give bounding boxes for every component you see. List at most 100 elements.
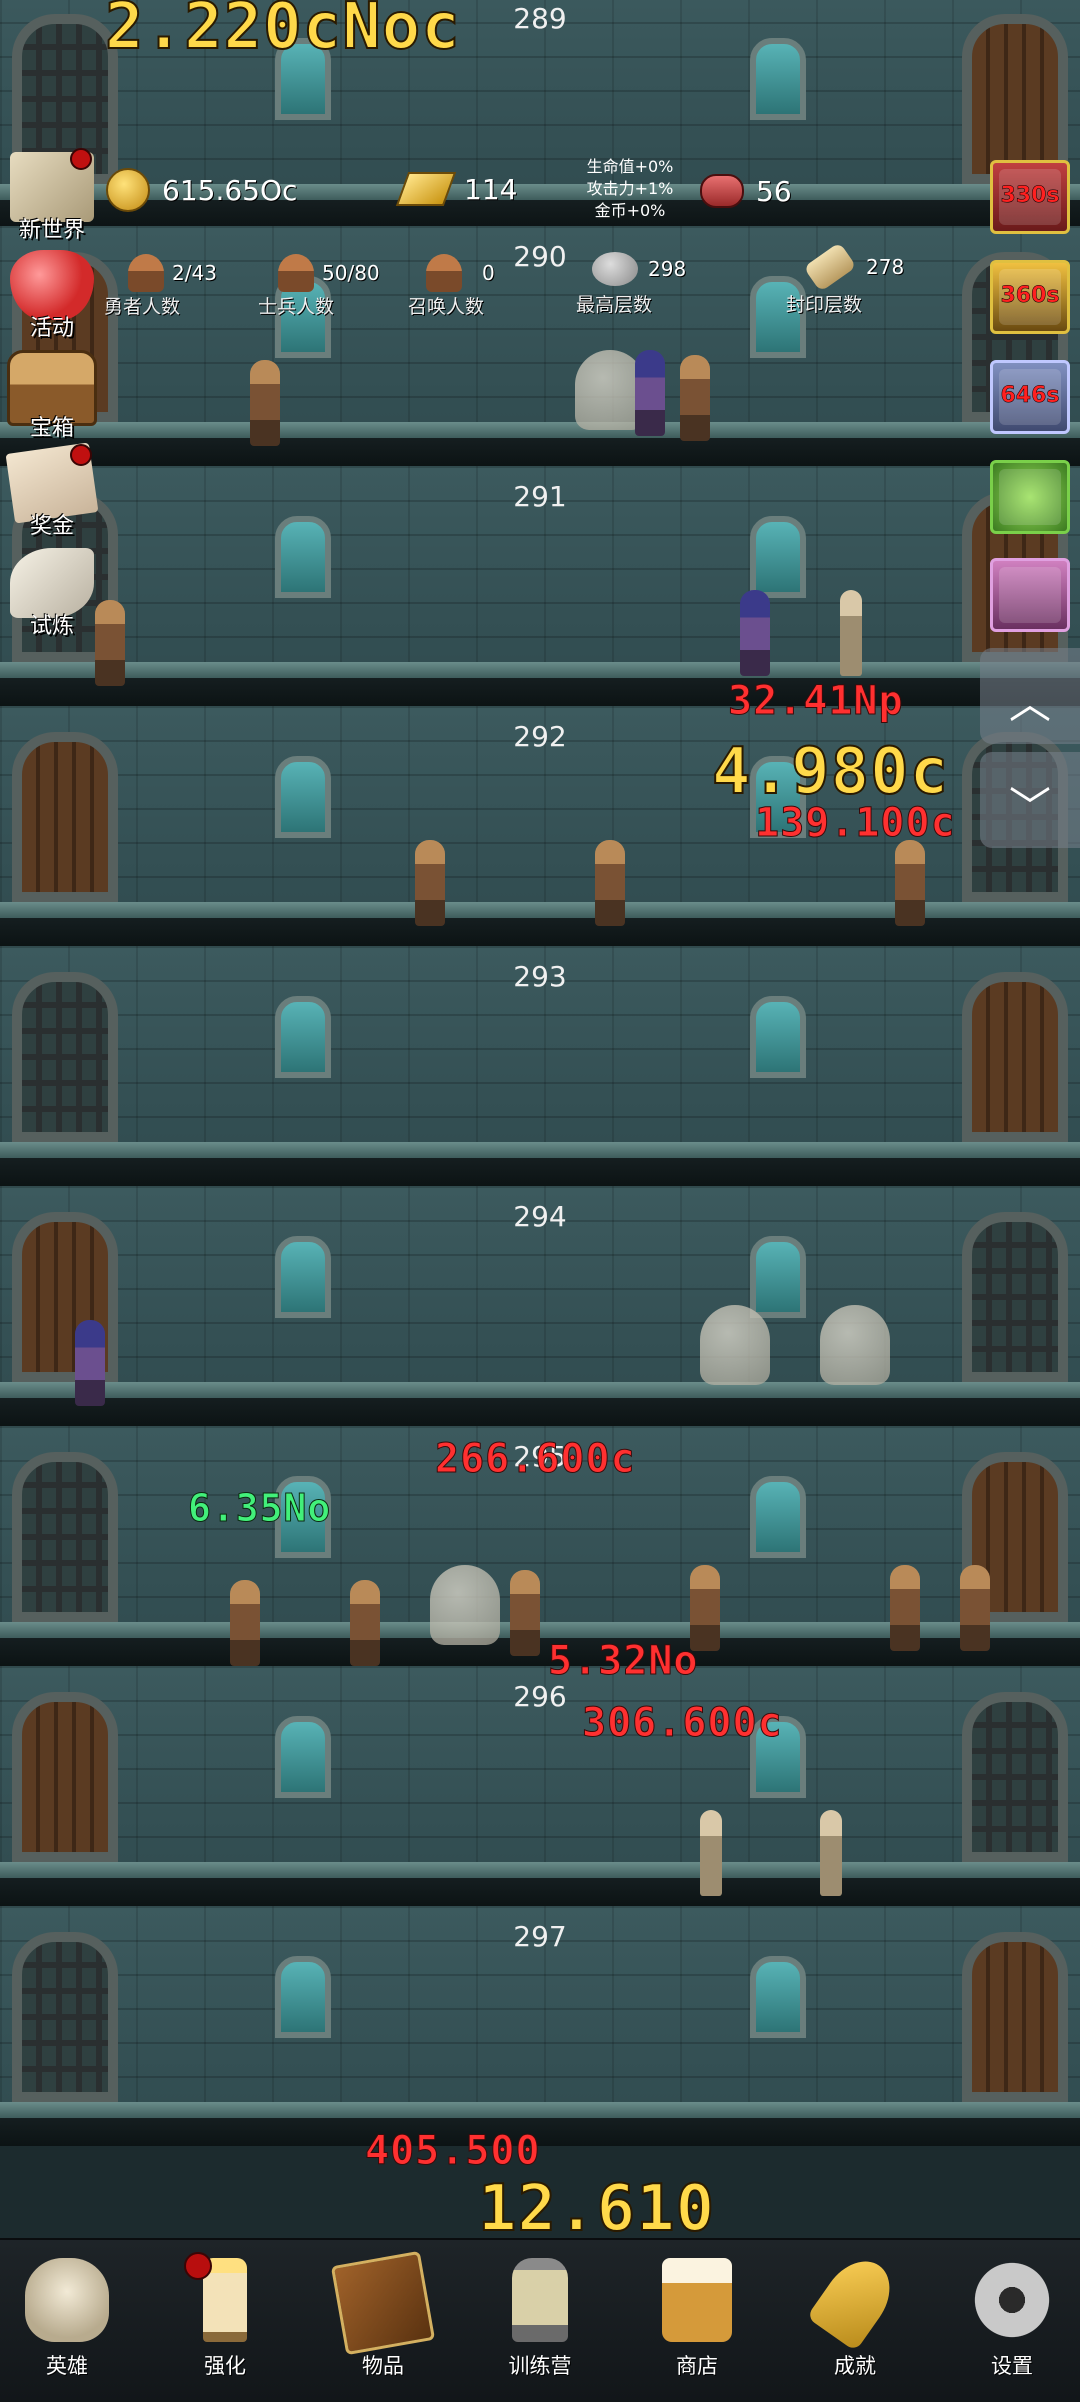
nav-tab-skull[interactable]: 英雄	[12, 2250, 122, 2400]
notification-dot	[70, 148, 92, 170]
damage-number: 12.610	[477, 2171, 716, 2247]
bonus-panel: 生命值+0% 攻击力+1% 金币+0%	[574, 156, 686, 222]
meat-amount: 56	[756, 174, 792, 208]
damage-number: 139.100c	[755, 800, 956, 847]
tower-floor: 296	[0, 1666, 1080, 1906]
floor-ledge	[0, 1862, 1080, 1878]
floor-number: 292	[513, 720, 567, 753]
floor-base	[0, 1878, 1080, 1906]
floor-number: 289	[513, 2, 567, 35]
floor-ledge	[0, 1142, 1080, 1158]
hero-head-icon	[128, 254, 164, 292]
menu-button-chest[interactable]: 宝箱	[6, 350, 98, 441]
floor-ledge	[0, 422, 1080, 438]
potion-buff-card[interactable]: 330s	[990, 160, 1070, 234]
scroll-down-button[interactable]: ﹀	[980, 752, 1080, 848]
menu-button-letter[interactable]: 奖金	[5, 442, 99, 539]
arched-window	[750, 1476, 806, 1558]
nav-tab-label: 英雄	[46, 2354, 88, 2378]
menu-button-heart[interactable]: 活动	[6, 250, 98, 341]
arched-window	[750, 516, 806, 598]
floor-base	[0, 1398, 1080, 1426]
buff-timer: 330s	[1000, 183, 1060, 209]
floor-base	[0, 1158, 1080, 1186]
nav-tab-label: 商店	[676, 2354, 718, 2378]
bottom-navigation: 英雄 强化 物品 训练营 商店 成就 设置	[0, 2238, 1080, 2402]
menu-button-feather[interactable]: 试炼	[6, 548, 98, 639]
arched-window	[750, 1956, 806, 2038]
arched-window	[750, 38, 806, 120]
soldiers-label: 士兵人数	[258, 296, 335, 318]
hero-sprite[interactable]	[250, 360, 280, 446]
nav-tab-label: 强化	[204, 2354, 246, 2378]
damage-number: 5.32No	[548, 1638, 699, 1685]
floor-ledge	[0, 2102, 1080, 2118]
nav-tab-key[interactable]: 成就	[800, 2248, 910, 2400]
floor-number: 296	[513, 1680, 567, 1713]
hero-sprite	[680, 355, 710, 441]
sealed-floor-value: 278	[866, 255, 905, 279]
hero-sprite	[95, 600, 125, 686]
nav-tab-mug[interactable]: 商店	[642, 2250, 752, 2400]
iron-gate	[962, 1692, 1068, 1862]
gold-bar-icon	[395, 172, 457, 206]
monster-buff-card[interactable]	[990, 558, 1070, 632]
arched-window	[275, 756, 331, 838]
tower-floor: 294	[0, 1186, 1080, 1426]
wooden-door	[962, 14, 1068, 184]
buff-timer: 360s	[1000, 283, 1060, 309]
summons-count: 0	[482, 261, 495, 285]
max-floor-value: 298	[648, 257, 687, 281]
lantern-icon	[512, 2258, 568, 2342]
skeleton-mage-enemy-sprite	[700, 1810, 722, 1896]
floor-ledge	[0, 662, 1080, 678]
scroll-up-button[interactable]: ︿	[980, 648, 1080, 744]
arched-window	[750, 1236, 806, 1318]
ghost-enemy-sprite	[700, 1305, 770, 1385]
arched-window	[275, 1956, 331, 2038]
menu-button-map[interactable]: 新世界	[6, 148, 98, 243]
ghost-enemy-sprite	[430, 1565, 500, 1645]
floor-base	[0, 678, 1080, 706]
damage-number: 2.220cNoc	[104, 0, 461, 65]
nav-tab-book[interactable]: 物品	[328, 2250, 438, 2400]
nav-tab-lantern[interactable]: 训练营	[485, 2250, 595, 2400]
gear-icon	[970, 2258, 1054, 2342]
skeleton-enemy-sprite	[820, 1810, 842, 1896]
notification-dot	[184, 2252, 212, 2280]
floor-number: 290	[513, 240, 567, 273]
sealed-floor-label: 封印层数	[786, 294, 863, 316]
hero-sprite	[895, 840, 925, 926]
ghost-enemy-sprite	[820, 1305, 890, 1385]
trophy-buff-card[interactable]: 360s	[990, 260, 1070, 334]
arched-window	[275, 996, 331, 1078]
nav-tab-gear[interactable]: 设置	[957, 2250, 1067, 2400]
nav-tab-candle[interactable]: 强化	[170, 2250, 280, 2400]
nav-tab-label: 成就	[834, 2354, 876, 2378]
menu-button-label: 宝箱	[29, 416, 74, 441]
hero-sprite	[510, 1570, 540, 1656]
iron-gate	[12, 972, 118, 1142]
damage-number: 4.980c	[711, 734, 950, 810]
soldiers-count: 50/80	[322, 261, 380, 285]
damage-number: 6.35No	[187, 1486, 332, 1531]
nav-tab-label: 设置	[991, 2354, 1033, 2378]
knight-buff-card[interactable]: 646s	[990, 360, 1070, 434]
sealed-floor-stat: 278	[803, 242, 905, 292]
heroes-stat: 2/43	[128, 254, 217, 292]
mage-sprite	[740, 590, 770, 676]
slime-buff-card[interactable]	[990, 460, 1070, 534]
damage-number: 306.600c	[582, 1700, 783, 1747]
slime-icon	[999, 469, 1061, 525]
chevron-down-icon: ﹀	[1008, 783, 1051, 832]
tower-floor: 297	[0, 1906, 1080, 2146]
meat-counter: 56	[700, 174, 792, 208]
meat-icon	[700, 174, 744, 208]
nav-tab-label: 训练营	[508, 2354, 572, 2378]
soldiers-stat: 50/80	[278, 254, 380, 292]
summons-stat: 0	[426, 254, 495, 292]
floor-number: 297	[513, 1920, 567, 1953]
zombie-enemy-sprite	[350, 1580, 380, 1666]
mug-icon	[662, 2258, 732, 2342]
coin-counter: 615.65Oc	[106, 168, 297, 212]
